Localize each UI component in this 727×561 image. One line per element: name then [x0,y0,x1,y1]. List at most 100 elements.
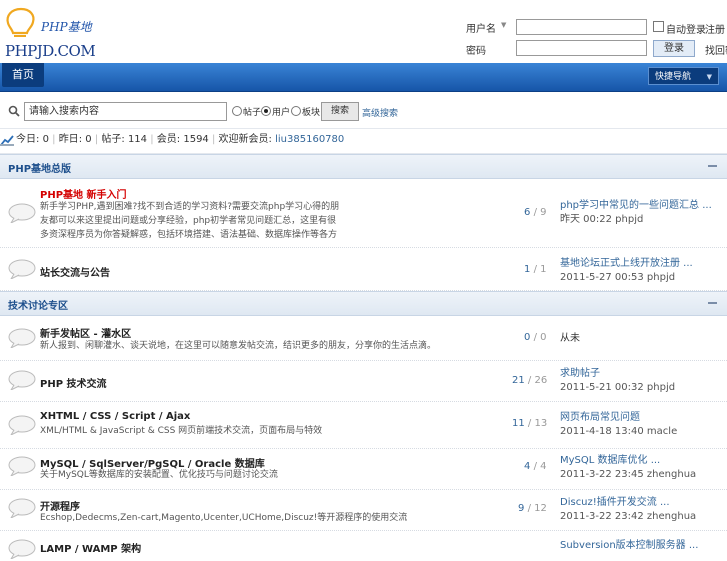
login-button[interactable]: 登录 [653,40,695,57]
main-nav: 首页 快捷导航 ▼ [0,63,727,92]
forum-description: 关于MySQL等数据库的安装配置、优化技巧与问题讨论交流 [40,470,278,480]
last-post-meta: 2011-5-27 00:53 phpjd [560,272,676,283]
forum-row: 新手发帖区 - 灌水区 新人报到、闲聊灌水、谈天说地，在这里可以随意发帖交流，结… [0,316,727,361]
forum-stats: 今日: 0 | 昨日: 0 | 帖子: 114 | 会员: 1594 | 欢迎新… [0,128,727,154]
forum-row: PHP 技术交流 21 / 26 求助帖子 2011-5-21 00:32 ph… [0,361,727,402]
post-count: 0 [540,332,547,343]
forgot-password-link[interactable]: 找回密码 [705,42,727,57]
post-count: 1 [540,264,547,275]
site-logo[interactable]: PHP基地 PHPJD.COM [3,6,98,60]
post-count: 13 [534,418,548,429]
last-post-meta: 2011-4-18 13:40 macle [560,426,678,437]
forum-title[interactable]: XHTML / CSS / Script / Ajax [40,411,190,422]
quick-nav-label: 快捷导航 [655,72,692,82]
last-post: 从未 [560,332,580,346]
forum-row: PHP基地 新手入门 新手学习PHP,遇到困难?找不到合适的学习资料?需要交流p… [0,179,727,248]
post-count: 9 [540,207,547,218]
forum-counts: 11 / 13 [512,418,548,429]
stat-members-label: 会员 [156,134,177,145]
advanced-search-link[interactable]: 高级搜索 [362,106,398,119]
category-title[interactable]: PHP基地总版 [8,160,71,175]
register-link[interactable]: 注册 [705,21,725,36]
last-post: 网页布局常见问题 2011-4-18 13:40 macle [560,411,677,439]
stat-yesterday-label: 昨日 [58,134,79,145]
search-option-forums-radio[interactable] [291,106,301,116]
forum-bubble-icon [8,259,36,279]
collapse-icon[interactable] [708,165,717,167]
password-input[interactable] [516,40,647,56]
last-post-meta: 2011-3-22 23:42 zhenghua [560,511,697,522]
forum-title[interactable]: 站长交流与公告 [40,264,110,279]
forum-bubble-icon [8,539,36,559]
forum-title[interactable]: 新手发帖区 - 灌水区 [40,325,131,340]
category-header: PHP基地总版 [0,154,727,179]
stat-newest-label: 欢迎新会员 [218,134,269,145]
category-title[interactable]: 技术讨论专区 [8,297,68,312]
forum-counts: 1 / 1 [524,264,547,275]
last-post-link[interactable]: MySQL 数据库优化 ... [560,455,660,466]
last-post-link[interactable]: php学习中常见的一些问题汇总 ... [560,200,712,211]
forum-title[interactable]: PHP 技术交流 [40,375,107,390]
topic-count: 6 [524,207,531,218]
forum-bubble-icon [8,498,36,518]
chevron-down-icon: ▼ [706,73,712,81]
forum-row: XHTML / CSS / Script / Ajax XML/HTML & J… [0,402,727,449]
last-post: php学习中常见的一些问题汇总 ... 昨天 00:22 phpjd [560,199,712,227]
forum-counts: 9 / 12 [518,503,547,514]
forum-title[interactable]: PHP基地 新手入门 [40,186,127,201]
forum-bubble-icon [8,203,36,223]
remember-checkbox[interactable] [653,21,664,32]
topic-count: 21 [512,375,525,386]
password-label: 密码 [466,46,486,57]
search-bar: 请输入搜索内容 帖子 用户 板块 搜索 高级搜索 [0,100,727,124]
remember-label: 自动登录 [666,25,706,36]
last-post-link[interactable]: Discuz!插件开发交流 ... [560,497,670,508]
last-post-link[interactable]: Subversion版本控制服务器 ... [560,540,698,551]
search-icon [8,105,20,117]
forum-counts: 21 / 26 [512,375,548,386]
search-option-users-radio[interactable] [261,106,271,116]
last-post-meta: 2011-5-21 00:32 phpjd [560,382,676,393]
nav-home[interactable]: 首页 [2,63,44,87]
topic-count: 9 [518,503,525,514]
forum-title[interactable]: LAMP / WAMP 架构 [40,540,141,555]
search-option-users: 用户 [272,108,291,118]
last-post: Subversion版本控制服务器 ... [560,539,698,553]
last-post-link[interactable]: 基地论坛正式上线开放注册 ... [560,258,693,269]
forum-row: 站长交流与公告 1 / 1 基地论坛正式上线开放注册 ... 2011-5-27… [0,248,727,291]
forum-description: 新人报到、闲聊灌水、谈天说地，在这里可以随意发帖交流，结识更多的朋友，分享你的生… [40,341,437,351]
last-post: 求助帖子 2011-5-21 00:32 phpjd [560,367,675,395]
forum-row: MySQL / SqlServer/PgSQL / Oracle 数据库 关于M… [0,449,727,490]
post-count: 4 [540,461,547,472]
search-option-posts-radio[interactable] [232,106,242,116]
stat-yesterday: 0 [85,134,92,145]
stat-today: 0 [42,134,49,145]
last-post-link[interactable]: 网页布局常见问题 [560,412,640,423]
quick-nav-dropdown[interactable]: 快捷导航 ▼ [648,67,719,85]
search-input[interactable]: 请输入搜索内容 [24,102,227,121]
forum-row: LAMP / WAMP 架构 Subversion版本控制服务器 ... [0,531,727,561]
topic-count: 11 [512,418,525,429]
username-label: 用户名 [466,24,496,35]
search-button[interactable]: 搜索 [321,102,359,121]
forum-bubble-icon [8,456,36,476]
stat-topics: 114 [127,134,148,145]
last-post-link[interactable]: 求助帖子 [560,368,600,379]
forum-row: 开源程序 Ecshop,Dedecms,Zen-cart,Magento,Uce… [0,490,727,531]
last-post: 基地论坛正式上线开放注册 ... 2011-5-27 00:53 phpjd [560,257,693,285]
forum-counts: 0 / 0 [524,332,547,343]
topic-count: 0 [524,332,531,343]
forum-counts: 4 / 4 [524,461,547,472]
category-header: 技术讨论专区 [0,291,727,316]
chevron-down-icon[interactable]: ▼ [501,21,506,29]
post-count: 26 [534,375,548,386]
last-post-meta: 昨天 00:22 phpjd [560,214,644,225]
post-count: 12 [534,503,547,514]
username-input[interactable] [516,19,647,35]
search-option-forums: 板块 [302,108,321,118]
forum-bubble-icon [8,415,36,435]
search-option-posts: 帖子 [243,108,262,118]
collapse-icon[interactable] [708,302,717,304]
topic-count: 1 [524,264,531,275]
newest-member-link[interactable]: liu385160780 [275,134,344,145]
